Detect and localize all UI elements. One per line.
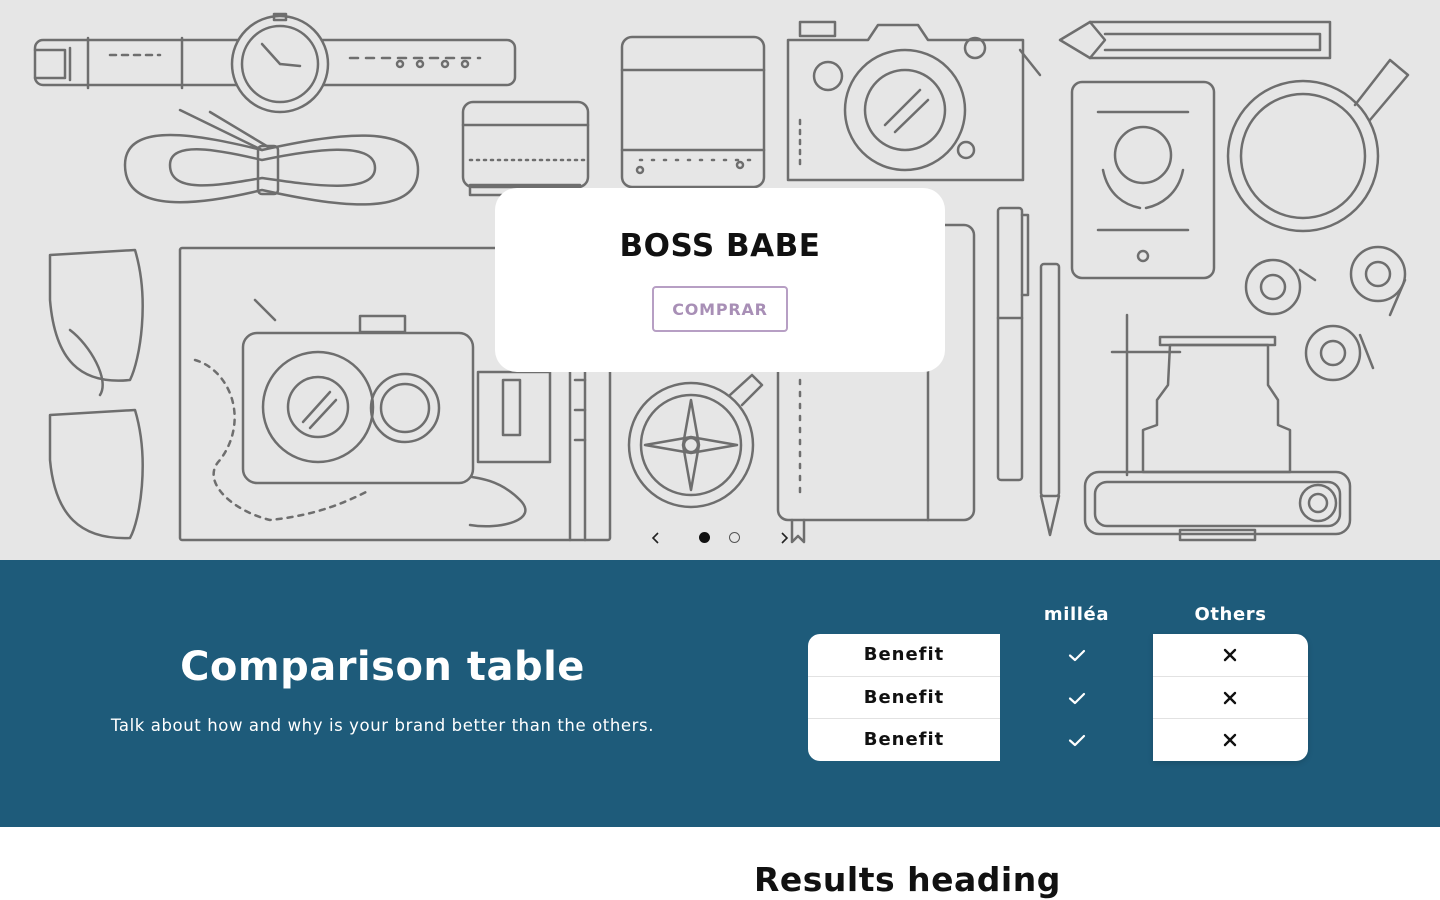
compass-illustration <box>627 373 764 509</box>
hero-banner: BOSS BABE COMPRAR <box>0 0 1440 560</box>
sunglasses-illustration <box>48 248 144 540</box>
row-divider <box>808 718 1000 719</box>
row-divider <box>1153 676 1308 677</box>
zoom-camera-illustration <box>1083 313 1352 542</box>
comparison-section: Comparison table Talk about how and why … <box>0 560 1440 827</box>
passport-illustration <box>1070 80 1216 280</box>
pen-illustration <box>996 206 1061 537</box>
check-icon <box>1068 734 1086 747</box>
watch-illustration <box>33 12 517 114</box>
slider-prev-button[interactable] <box>644 526 668 550</box>
magnifier-illustration <box>1226 58 1410 233</box>
slider-dot-1[interactable] <box>699 532 710 543</box>
column-header-others: Others <box>1194 604 1267 625</box>
comparison-subtitle: Talk about how and why is your brand bet… <box>110 716 655 735</box>
row-label: Benefit <box>863 644 945 665</box>
bowtie-illustration <box>123 108 420 206</box>
camera-illustration <box>786 20 1042 182</box>
chevron-left-icon <box>651 532 659 544</box>
x-icon <box>1223 648 1237 662</box>
slider-dot-2[interactable] <box>729 532 740 543</box>
row-divider <box>1153 718 1308 719</box>
column-header-ours: milléa <box>1043 604 1110 625</box>
x-icon <box>1223 691 1237 705</box>
check-icon <box>1068 692 1086 705</box>
comparison-title: Comparison table <box>180 644 585 690</box>
slider-next-button[interactable] <box>772 526 796 550</box>
x-icon <box>1223 733 1237 747</box>
row-divider <box>808 676 1000 677</box>
hero-card: BOSS BABE COMPRAR <box>495 188 945 372</box>
pencil-illustration <box>1058 20 1332 60</box>
film-canister-illustration <box>620 35 766 189</box>
chevron-right-icon <box>781 532 789 544</box>
tape-rolls-illustration <box>1244 245 1407 382</box>
row-label: Benefit <box>863 687 945 708</box>
row-label: Benefit <box>863 729 945 750</box>
hero-title: BOSS BABE <box>619 228 821 264</box>
check-icon <box>1068 649 1086 662</box>
results-heading: Results heading <box>754 860 1061 899</box>
lens-illustration <box>461 100 590 197</box>
comprar-button[interactable]: COMPRAR <box>652 286 788 332</box>
